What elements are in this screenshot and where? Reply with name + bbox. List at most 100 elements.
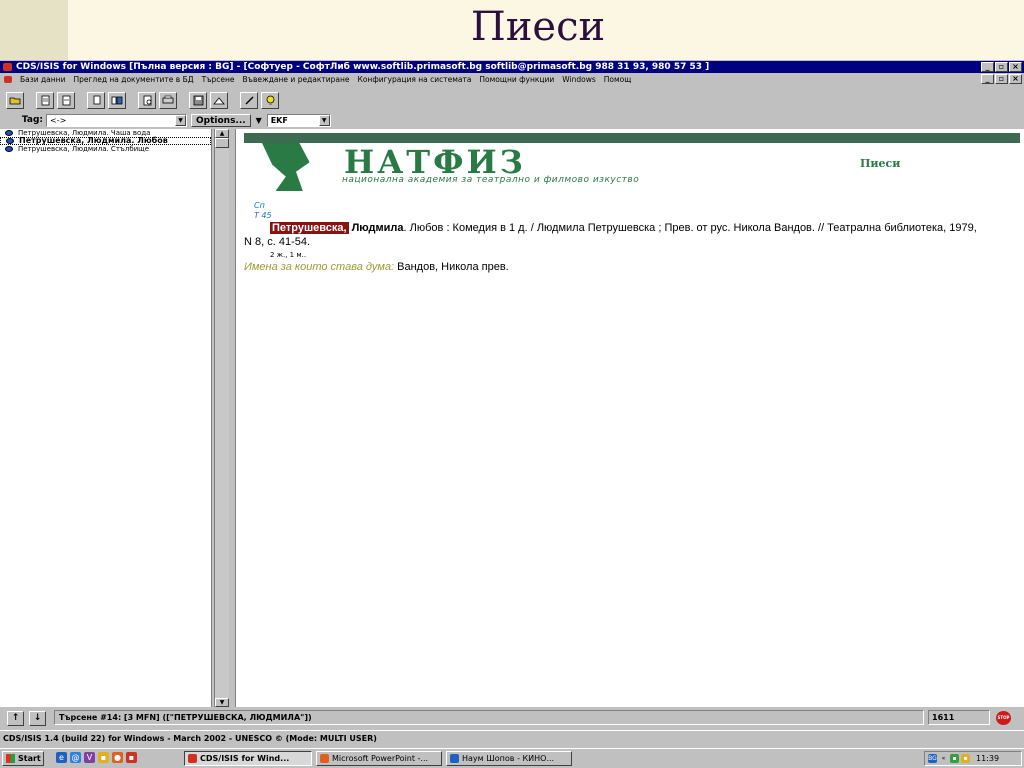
ie-icon xyxy=(450,754,459,763)
network-icon[interactable]: ▪ xyxy=(950,754,959,763)
browse-icon[interactable] xyxy=(108,91,126,109)
ie-icon[interactable]: e xyxy=(56,752,67,763)
export-icon[interactable] xyxy=(210,91,228,109)
record-display: НАТФИЗ национална академия за театрално … xyxy=(236,129,1024,707)
record-bullet-icon xyxy=(5,130,13,136)
player-icon[interactable]: ● xyxy=(112,752,123,763)
task-label: CDS/ISIS for Wind... xyxy=(200,754,290,763)
list-item-selected[interactable]: Петрушевска, Людмила. Любов xyxy=(0,137,211,145)
tray-expand-icon[interactable]: « xyxy=(939,754,948,763)
author-name: Людмила xyxy=(348,222,404,234)
menu-databases[interactable]: Бази данни xyxy=(16,75,69,84)
quick-launch: e @ V ▪ ● ▪ xyxy=(56,752,137,763)
document-controls: _ ▫ × xyxy=(981,74,1022,84)
record-count: 1611 xyxy=(928,710,990,725)
stop-icon[interactable]: STOP xyxy=(996,711,1011,725)
print-icon[interactable] xyxy=(159,91,177,109)
task-powerpoint[interactable]: Microsoft PowerPoint -... xyxy=(316,751,442,766)
clock: 11:39 xyxy=(976,754,1000,763)
search-status: Търсене #14: [3 MFN] (["ПЕТРУШЕВСКА, ЛЮД… xyxy=(54,710,924,725)
tag-select-value: <-> xyxy=(50,115,67,125)
options-dropdown-icon[interactable]: ▼ xyxy=(253,116,265,125)
menu-help[interactable]: Помощ xyxy=(600,75,636,84)
slide-header: Пиеси xyxy=(0,0,1024,60)
database-alt-icon[interactable] xyxy=(57,91,75,109)
minimize-button[interactable]: _ xyxy=(981,62,994,72)
volume-icon[interactable]: ▪ xyxy=(961,754,970,763)
menu-utilities[interactable]: Помощни функции xyxy=(475,75,558,84)
chevron-down-icon[interactable]: ▼ xyxy=(318,114,330,126)
tag-label: Tag: xyxy=(21,115,43,125)
window-title: CDS/ISIS for Windows [Пълна версия : BG]… xyxy=(16,62,710,72)
system-tray: BG « ▪ ▪ 11:39 xyxy=(924,751,1022,766)
menu-browse[interactable]: Преглед на документите в БД xyxy=(69,75,197,84)
author-highlight: Петрушевска, xyxy=(270,222,349,234)
doc-close-button[interactable]: × xyxy=(1009,74,1022,84)
powerpoint-icon xyxy=(320,754,329,763)
format-select-value: EKF xyxy=(270,115,288,125)
menu-edit[interactable]: Въвеждане и редактиране xyxy=(239,75,354,84)
close-button[interactable]: × xyxy=(1009,62,1022,72)
previous-arrow-icon[interactable]: ↑ xyxy=(7,711,24,726)
task-cds-isis[interactable]: CDS/ISIS for Wind... xyxy=(184,751,312,766)
app-shortcut-icon[interactable]: ▪ xyxy=(126,752,137,763)
open-folder-icon[interactable] xyxy=(6,91,24,109)
shelf-mark-1: Сп xyxy=(254,201,265,210)
slide-title: Пиеси xyxy=(470,4,606,50)
persons-value: Вандов, Никола прев. xyxy=(394,261,509,273)
windows-flag-icon xyxy=(6,754,15,763)
outlook-icon[interactable]: @ xyxy=(70,752,81,763)
record-bullet-icon xyxy=(6,138,14,144)
list-item-label: Петрушевска, Людмила. Любов xyxy=(19,136,168,145)
menu-config[interactable]: Конфигурация на системата xyxy=(354,75,476,84)
menu-search[interactable]: Търсене xyxy=(198,75,239,84)
language-icon[interactable]: BG xyxy=(928,754,937,763)
copy-icon[interactable] xyxy=(87,91,105,109)
start-label: Start xyxy=(18,754,41,763)
edit-pencil-icon[interactable] xyxy=(240,91,258,109)
scroll-up-icon[interactable]: ▲ xyxy=(215,129,229,138)
status-row: ↑ ↓ Търсене #14: [3 MFN] (["ПЕТРУШЕВСКА,… xyxy=(0,708,1024,728)
info-bar: CDS/ISIS 1.4 (build 22) for Windows - Ma… xyxy=(0,730,1024,746)
list-item[interactable]: Петрушевска, Людмила. Стълбище xyxy=(0,145,211,153)
list-scrollbar[interactable]: ▲ ▼ xyxy=(214,129,229,707)
format-select[interactable]: EKF ▼ xyxy=(266,113,331,127)
lightbulb-icon[interactable] xyxy=(261,91,279,109)
tag-select[interactable]: <-> ▼ xyxy=(46,113,187,127)
next-arrow-icon[interactable]: ↓ xyxy=(29,711,46,726)
task-label: Microsoft PowerPoint -... xyxy=(332,754,429,763)
save-icon[interactable] xyxy=(189,91,207,109)
start-button[interactable]: Start xyxy=(2,751,44,766)
database-icon[interactable] xyxy=(36,91,54,109)
natfiz-logo-subtitle: национална академия за театрално и филмо… xyxy=(342,175,640,185)
print-preview-icon[interactable] xyxy=(138,91,156,109)
pane-splitter[interactable] xyxy=(229,129,236,707)
menu-windows[interactable]: Windows xyxy=(558,75,599,84)
taskbar: Start e @ V ▪ ● ▪ CDS/ISIS for Wind... M… xyxy=(0,748,1024,768)
header-band xyxy=(244,133,1020,143)
doc-minimize-button[interactable]: _ xyxy=(981,74,994,84)
task-browser[interactable]: Наум Шопов - КИНО... xyxy=(446,751,572,766)
folder-icon[interactable]: ▪ xyxy=(98,752,109,763)
options-button[interactable]: Options... xyxy=(191,113,251,127)
persons-line: Имена за които става дума: Вандов, Никол… xyxy=(244,261,509,273)
scroll-thumb[interactable] xyxy=(215,138,229,148)
record-header-caption: Пиеси xyxy=(860,157,901,170)
restore-button[interactable]: ▫ xyxy=(995,62,1008,72)
window-titlebar: CDS/ISIS for Windows [Пълна версия : BG]… xyxy=(0,61,1024,73)
doc-restore-button[interactable]: ▫ xyxy=(995,74,1008,84)
cds-isis-task-icon xyxy=(188,754,197,763)
record-note: 2 ж., 1 м.. xyxy=(270,251,307,259)
scroll-down-icon[interactable]: ▼ xyxy=(215,698,229,707)
list-item-label: Петрушевска, Людмила. Стълбище xyxy=(18,145,150,153)
shelf-mark-2: Т 45 xyxy=(254,211,272,220)
task-label: Наум Шопов - КИНО... xyxy=(462,754,555,763)
document-icon xyxy=(4,76,12,83)
media-icon[interactable]: V xyxy=(84,752,95,763)
natfiz-mask-logo-icon xyxy=(262,143,310,191)
persons-label: Имена за които става дума: xyxy=(244,261,395,273)
chevron-down-icon[interactable]: ▼ xyxy=(175,114,186,126)
window-controls: _ ▫ × xyxy=(981,62,1022,72)
menu-bar: Бази данни Преглед на документите в БД Т… xyxy=(0,73,1024,86)
record-bullet-icon xyxy=(5,146,13,152)
